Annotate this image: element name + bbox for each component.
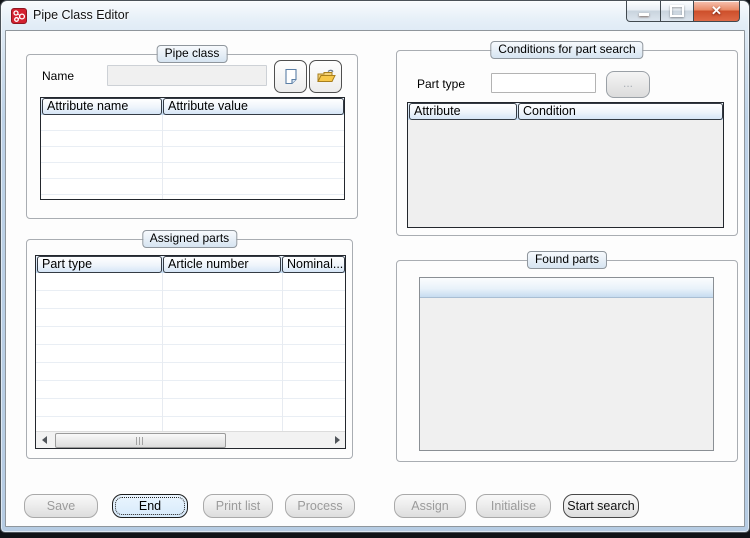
conditions-table[interactable]: Attribute Condition	[407, 102, 724, 228]
arrow-left-icon	[41, 436, 47, 444]
assigned-parts-table[interactable]: Part type Article number Nominal...	[35, 255, 346, 449]
conditions-group: Conditions for part search Part type ...…	[396, 41, 738, 236]
new-document-icon	[284, 68, 297, 84]
minimize-icon	[638, 13, 649, 16]
conditions-table-body[interactable]	[408, 120, 723, 227]
found-parts-list-header	[420, 278, 713, 298]
column-header-article-number[interactable]: Article number	[163, 256, 281, 273]
save-button[interactable]: Save	[24, 494, 98, 518]
column-divider	[282, 273, 283, 432]
assigned-parts-group-title: Assigned parts	[141, 230, 238, 248]
caption-buttons: ✕	[626, 1, 740, 22]
new-pipe-class-button[interactable]	[274, 60, 307, 93]
found-parts-group: Found parts	[396, 251, 738, 462]
part-type-input[interactable]	[491, 73, 596, 93]
maximize-icon	[670, 5, 684, 17]
minimize-button[interactable]	[626, 1, 661, 22]
close-icon: ✕	[711, 3, 722, 18]
maximize-button[interactable]	[660, 1, 694, 22]
assigned-parts-group: Assigned parts Part type Article number …	[26, 230, 353, 459]
pipe-class-group: Pipe class Name Attribute name Attribute…	[26, 45, 358, 219]
app-icon	[11, 8, 27, 24]
pipe-class-name-input[interactable]	[107, 65, 267, 86]
end-button[interactable]: End	[112, 494, 188, 518]
assigned-parts-table-header: Part type Article number Nominal...	[36, 256, 345, 273]
screenshot-stage: Pipe Class Editor ✕ Pipe class Name Attr…	[0, 0, 750, 538]
column-header-nominal[interactable]: Nominal...	[282, 256, 345, 273]
open-folder-icon	[316, 69, 336, 82]
column-header-attribute-value[interactable]: Attribute value	[163, 98, 344, 115]
dialog-client-area: Pipe class Name Attribute name Attribute…	[5, 30, 745, 527]
initialise-button[interactable]: Initialise	[476, 494, 551, 518]
print-list-button[interactable]: Print list	[203, 494, 273, 518]
pipe-class-attributes-table-header: Attribute name Attribute value	[41, 98, 344, 115]
scroll-right-button[interactable]	[329, 432, 345, 448]
titlebar[interactable]: Pipe Class Editor ✕	[1, 1, 749, 30]
part-type-browse-button[interactable]: ...	[606, 71, 650, 98]
part-type-label: Part type	[417, 77, 466, 91]
conditions-group-title: Conditions for part search	[490, 41, 644, 59]
column-divider	[162, 273, 163, 432]
found-parts-group-title: Found parts	[526, 251, 608, 269]
pipe-class-editor-window: Pipe Class Editor ✕ Pipe class Name Attr…	[0, 0, 750, 533]
pipe-class-attributes-table[interactable]: Attribute name Attribute value	[40, 97, 345, 200]
found-parts-list[interactable]	[419, 277, 714, 451]
window-title: Pipe Class Editor	[33, 8, 129, 22]
start-search-button[interactable]: Start search	[563, 494, 639, 518]
column-divider	[162, 115, 163, 199]
process-button[interactable]: Process	[285, 494, 355, 518]
open-pipe-class-button[interactable]	[309, 60, 342, 93]
grip-icon	[136, 436, 145, 445]
conditions-table-header: Attribute Condition	[408, 103, 723, 120]
pipe-class-group-title: Pipe class	[156, 45, 228, 63]
close-button[interactable]: ✕	[693, 1, 740, 22]
horizontal-scrollbar[interactable]	[36, 431, 345, 448]
arrow-right-icon	[334, 436, 340, 444]
column-header-condition[interactable]: Condition	[518, 103, 723, 120]
pipe-class-attributes-table-body[interactable]	[41, 115, 344, 199]
column-header-attribute[interactable]: Attribute	[409, 103, 517, 120]
column-header-attribute-name[interactable]: Attribute name	[42, 98, 162, 115]
name-label: Name	[42, 69, 75, 83]
column-header-part-type[interactable]: Part type	[37, 256, 162, 273]
assign-button[interactable]: Assign	[394, 494, 466, 518]
scroll-left-button[interactable]	[36, 432, 52, 448]
scrollbar-thumb[interactable]	[55, 433, 226, 448]
assigned-parts-table-body[interactable]	[36, 273, 345, 432]
